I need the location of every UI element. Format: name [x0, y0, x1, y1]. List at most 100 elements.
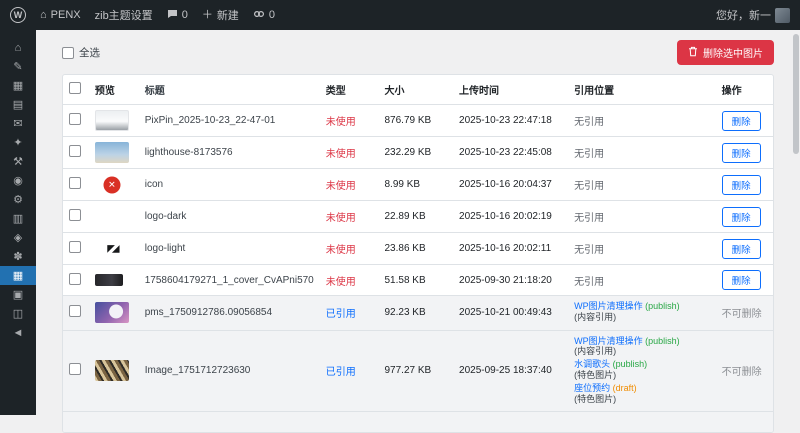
- file-size: 8.99 KB: [379, 169, 454, 201]
- plugin-icon-d[interactable]: ◫: [0, 304, 36, 323]
- theme-settings-menu[interactable]: zib主题设置: [95, 7, 153, 23]
- file-size: 977.27 KB: [379, 330, 454, 412]
- media-title: logo-dark: [139, 201, 320, 233]
- reference-note: (特色图片): [574, 394, 710, 405]
- comments-count: 0: [182, 9, 188, 21]
- not-deletable-label: 不可删除: [722, 309, 762, 320]
- delete-button[interactable]: 删除: [722, 207, 761, 227]
- upload-time: 2025-09-25 18:37:40: [453, 330, 568, 412]
- site-name-menu[interactable]: ⌂ PENX: [40, 9, 81, 21]
- reference-link[interactable]: WP图片清理操作: [574, 336, 643, 346]
- thumbnail[interactable]: [95, 174, 129, 195]
- reference-link[interactable]: WP图片清理操作: [574, 301, 643, 311]
- upload-time: 2025-10-21 00:49:43: [453, 296, 568, 331]
- account-menu[interactable]: 您好，新一: [716, 7, 790, 23]
- row-checkbox[interactable]: [69, 363, 81, 375]
- row-checkbox[interactable]: [69, 209, 81, 221]
- table-row: icon 未使用 8.99 KB 2025-10-16 20:04:37 无引用…: [63, 169, 773, 201]
- plugin-icon-b[interactable]: ✽: [0, 247, 36, 266]
- usage-type: 已引用: [320, 330, 379, 412]
- header-uploaded: 上传时间: [453, 75, 568, 105]
- row-checkbox[interactable]: [69, 145, 81, 157]
- usage-type: 未使用: [320, 201, 379, 233]
- delete-button[interactable]: 删除: [722, 239, 761, 259]
- upload-time: 2025-09-30 21:18:20: [453, 265, 568, 296]
- wordpress-logo-menu[interactable]: W: [10, 7, 26, 23]
- delete-selected-button[interactable]: 删除选中图片: [677, 40, 774, 65]
- media-title: logo-light: [139, 233, 320, 265]
- reference-link[interactable]: 水调歌头: [574, 359, 610, 369]
- thumbnail[interactable]: [95, 142, 129, 163]
- row-checkbox[interactable]: [69, 113, 81, 125]
- settings-icon[interactable]: ▥: [0, 209, 36, 228]
- plugin-icon-a[interactable]: ◈: [0, 228, 36, 247]
- usage-type: 未使用: [320, 233, 379, 265]
- table-row: logo-light 未使用 23.86 KB 2025-10-16 20:02…: [63, 233, 773, 265]
- thumbnail[interactable]: [95, 302, 129, 323]
- main-content: 全选 删除选中图片 预览 标题 类型 大小 上传时间 引用位置: [36, 0, 800, 433]
- users-icon[interactable]: ◉: [0, 171, 36, 190]
- appearance-icon[interactable]: ✦: [0, 133, 36, 152]
- delete-button[interactable]: 删除: [722, 111, 761, 131]
- header-type: 类型: [320, 75, 379, 105]
- links-count: 0: [269, 9, 275, 21]
- plugins-icon[interactable]: ⚒: [0, 152, 36, 171]
- table-row: PixPin_2025-10-23_22-47-01 未使用 876.79 KB…: [63, 105, 773, 137]
- media-icon[interactable]: ▦: [0, 76, 36, 95]
- new-content-menu[interactable]: ＋ 新建: [202, 7, 239, 23]
- row-checkbox[interactable]: [69, 177, 81, 189]
- link-chain-icon: [253, 9, 265, 22]
- upload-time: 2025-10-16 20:02:11: [453, 233, 568, 265]
- vertical-scrollbar[interactable]: [792, 30, 800, 415]
- table-row: lighthouse-8173576 未使用 232.29 KB 2025-10…: [63, 137, 773, 169]
- reference-status: (publish): [645, 336, 680, 346]
- media-table-card: 预览 标题 类型 大小 上传时间 引用位置 操作 PixPin_2025-10-…: [62, 74, 774, 433]
- upload-time: 2025-10-16 20:04:37: [453, 169, 568, 201]
- not-deletable-label: 不可删除: [722, 367, 762, 378]
- reference-none: 无引用: [574, 277, 604, 288]
- media-title: lighthouse-8173576: [139, 137, 320, 169]
- header-checkbox[interactable]: [69, 82, 81, 94]
- comments-icon[interactable]: ✉: [0, 114, 36, 133]
- reference-link[interactable]: 座位预约: [574, 383, 610, 393]
- row-checkbox[interactable]: [69, 305, 81, 317]
- usage-type: 未使用: [320, 265, 379, 296]
- file-size: 23.86 KB: [379, 233, 454, 265]
- select-all-checkbox[interactable]: [62, 47, 74, 59]
- reference-none: 无引用: [574, 245, 604, 256]
- row-checkbox[interactable]: [69, 273, 81, 285]
- thumbnail[interactable]: [95, 110, 129, 131]
- pages-icon[interactable]: ▤: [0, 95, 36, 114]
- scrollbar-thumb[interactable]: [793, 34, 799, 154]
- posts-icon[interactable]: ✎: [0, 57, 36, 76]
- thumbnail[interactable]: [95, 238, 129, 259]
- thumbnail[interactable]: [95, 274, 123, 286]
- reference-note: (内容引用): [574, 312, 710, 323]
- table-row: logo-dark 未使用 22.89 KB 2025-10-16 20:02:…: [63, 201, 773, 233]
- media-title: 1758604179271_1_cover_CvAPni570: [139, 265, 320, 296]
- delete-button[interactable]: 删除: [722, 270, 761, 290]
- image-cleanup-icon[interactable]: ▦: [0, 266, 36, 285]
- delete-selected-label: 删除选中图片: [703, 45, 763, 60]
- dashboard-icon[interactable]: ⌂: [0, 38, 36, 57]
- links-menu[interactable]: 0: [253, 9, 275, 22]
- select-all[interactable]: 全选: [62, 45, 100, 60]
- tools-icon[interactable]: ⚙: [0, 190, 36, 209]
- header-size: 大小: [379, 75, 454, 105]
- file-size: 92.23 KB: [379, 296, 454, 331]
- upload-time: 2025-10-23 22:45:08: [453, 137, 568, 169]
- reference-item: WP图片清理操作 (publish) (内容引用): [574, 301, 710, 323]
- trash-icon: [688, 46, 698, 60]
- usage-type: 未使用: [320, 137, 379, 169]
- wordpress-logo-icon: W: [10, 7, 26, 23]
- plugin-icon-c[interactable]: ▣: [0, 285, 36, 304]
- delete-button[interactable]: 删除: [722, 175, 761, 195]
- collapse-menu-icon[interactable]: ◄: [0, 323, 36, 342]
- thumbnail[interactable]: [95, 206, 129, 227]
- thumbnail[interactable]: [95, 360, 129, 381]
- comments-menu[interactable]: 0: [167, 9, 188, 22]
- delete-button[interactable]: 删除: [722, 143, 761, 163]
- row-checkbox[interactable]: [69, 241, 81, 253]
- media-title: pms_1750912786.09056854: [139, 296, 320, 331]
- file-size: 876.79 KB: [379, 105, 454, 137]
